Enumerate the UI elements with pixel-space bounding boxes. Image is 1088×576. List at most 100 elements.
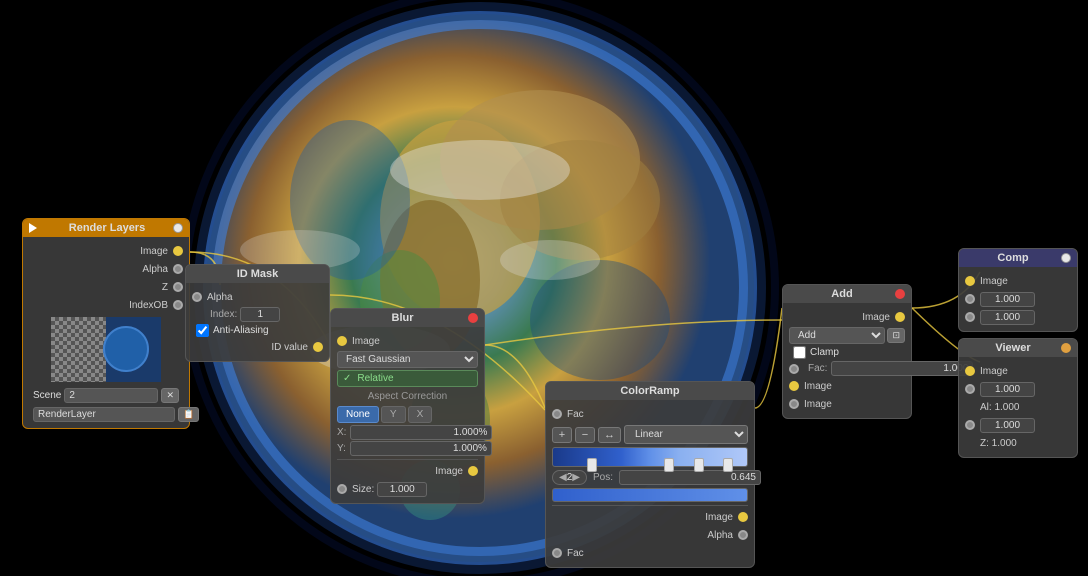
x-input[interactable]	[350, 425, 492, 440]
id-mask-node[interactable]: ID Mask Alpha Index: Anti-Aliasing ID va…	[185, 264, 330, 362]
anti-aliasing-checkbox[interactable]	[196, 324, 209, 337]
cr-image-output-socket[interactable]	[738, 512, 748, 522]
comp-node[interactable]: Comp Image	[958, 248, 1078, 332]
viewer-dot	[1061, 343, 1071, 353]
cr-image-output-label: Image	[705, 512, 733, 523]
x-btn[interactable]: X	[408, 406, 433, 423]
add-input1-socket[interactable]	[789, 381, 799, 391]
collapse-icon	[29, 223, 37, 233]
render-layers-dot	[173, 223, 183, 233]
x-label: X:	[337, 427, 346, 438]
viewer-al-socket[interactable]	[965, 384, 975, 394]
viewer-node[interactable]: Viewer Image Al: 1.000 Z: 1.000	[958, 338, 1078, 458]
viewer-header[interactable]: Viewer	[959, 339, 1077, 357]
add-image-output-row: Image	[789, 309, 905, 325]
input-alpha-socket[interactable]	[192, 292, 202, 302]
ramp-controls: + − ↔ Linear	[552, 425, 748, 444]
add-input2-socket[interactable]	[789, 399, 799, 409]
add-header[interactable]: Add	[783, 285, 911, 303]
fac-socket[interactable]	[789, 364, 799, 374]
y-input[interactable]	[350, 441, 492, 456]
add-image-output-socket[interactable]	[895, 312, 905, 322]
blur-node[interactable]: Blur Image Fast Gaussian ✓ Relative Aspe…	[330, 308, 485, 504]
comp-header[interactable]: Comp	[959, 249, 1077, 267]
ramp-handle-1[interactable]	[587, 458, 597, 472]
comp-body: Image	[959, 267, 1077, 331]
output-indexob-socket[interactable]	[173, 300, 183, 310]
comp-image-socket[interactable]	[965, 276, 975, 286]
blur-size-socket[interactable]	[337, 484, 347, 494]
ramp-minus-btn[interactable]: −	[575, 427, 595, 443]
ramp-handle-4[interactable]	[723, 458, 733, 472]
render-layers-title: Render Layers	[41, 222, 173, 234]
comp-2-input[interactable]	[980, 310, 1035, 325]
add-node[interactable]: Add Image Add ⊡ Clamp Fac: Image I	[782, 284, 912, 419]
output-idvalue-socket[interactable]	[313, 342, 323, 352]
fac-input[interactable]	[831, 361, 973, 376]
scene-label: Scene	[33, 390, 61, 401]
filter-dropdown[interactable]: Fast Gaussian	[337, 351, 478, 368]
pos-input[interactable]	[619, 470, 761, 485]
index-input[interactable]	[240, 307, 280, 322]
blur-input-row: Image	[337, 333, 478, 349]
colorramp-node[interactable]: ColorRamp Fac + − ↔ Linear ◀ 2 ▶ P	[545, 381, 755, 568]
id-mask-header[interactable]: ID Mask	[186, 265, 329, 283]
filter-row: Fast Gaussian	[337, 351, 478, 368]
render-layers-header[interactable]: Render Layers	[23, 219, 189, 237]
clamp-row: Clamp	[789, 346, 905, 359]
output-z-socket[interactable]	[173, 282, 183, 292]
color-swatch[interactable]	[552, 488, 748, 502]
comp-1-row	[965, 291, 1071, 307]
output-z-row: Z	[29, 279, 183, 295]
output-alpha-socket[interactable]	[173, 264, 183, 274]
add-operation-dropdown[interactable]: Add	[789, 327, 885, 344]
viewer-al-row	[965, 381, 1071, 397]
anti-aliasing-row: Anti-Aliasing	[192, 324, 323, 337]
render-layers-node[interactable]: Render Layers Image Alpha Z IndexOB	[22, 218, 190, 429]
cr-alpha-output-socket[interactable]	[738, 530, 748, 540]
scene-close-btn[interactable]: ✕	[161, 388, 179, 403]
clamp-checkbox[interactable]	[793, 346, 806, 359]
add-op-btn[interactable]: ⊡	[887, 328, 905, 343]
y-btn[interactable]: Y	[381, 406, 406, 423]
blur-output-label: Image	[435, 466, 463, 477]
ramp-handle-3[interactable]	[694, 458, 704, 472]
render-layer-btn[interactable]: 📋	[178, 407, 199, 422]
blur-header[interactable]: Blur	[331, 309, 484, 327]
ramp-arrows-btn[interactable]: ↔	[598, 427, 621, 443]
divider	[337, 459, 478, 460]
blur-input-socket[interactable]	[337, 336, 347, 346]
stop-number[interactable]: ◀ 2 ▶	[552, 470, 587, 485]
comp-1-socket[interactable]	[965, 294, 975, 304]
viewer-z-label-row: Z: 1.000	[965, 435, 1071, 451]
ramp-handle-2[interactable]	[664, 458, 674, 472]
blur-input-label: Image	[352, 336, 380, 347]
y-label: Y:	[337, 443, 346, 454]
output-image-socket[interactable]	[173, 246, 183, 256]
viewer-image-socket[interactable]	[965, 366, 975, 376]
viewer-title: Viewer	[965, 342, 1061, 354]
scene-input[interactable]	[64, 388, 158, 403]
relative-row[interactable]: ✓ Relative	[337, 370, 478, 387]
ramp-mode-dropdown[interactable]: Linear	[624, 425, 748, 444]
output-indexob-row: IndexOB	[29, 297, 183, 313]
colorramp-header[interactable]: ColorRamp	[546, 382, 754, 400]
viewer-z-socket[interactable]	[965, 420, 975, 430]
viewer-z-input[interactable]	[980, 418, 1035, 433]
color-ramp-bar[interactable]	[552, 447, 748, 467]
cr-fac-socket[interactable]	[552, 409, 562, 419]
render-layer-input[interactable]	[33, 407, 175, 422]
cr-fac-output-socket[interactable]	[552, 548, 562, 558]
blur-size-input[interactable]	[377, 482, 427, 497]
scene-row: Scene ✕	[29, 386, 183, 405]
comp-1-input[interactable]	[980, 292, 1035, 307]
comp-2-socket[interactable]	[965, 312, 975, 322]
blur-output-socket[interactable]	[468, 466, 478, 476]
blur-size-label: Size:	[352, 484, 374, 495]
add-input2-label: Image	[804, 399, 832, 410]
fac-row: Fac:	[789, 361, 905, 376]
viewer-al-input[interactable]	[980, 382, 1035, 397]
none-btn[interactable]: None	[337, 406, 379, 423]
ramp-plus-btn[interactable]: +	[552, 427, 572, 443]
add-dot	[895, 289, 905, 299]
